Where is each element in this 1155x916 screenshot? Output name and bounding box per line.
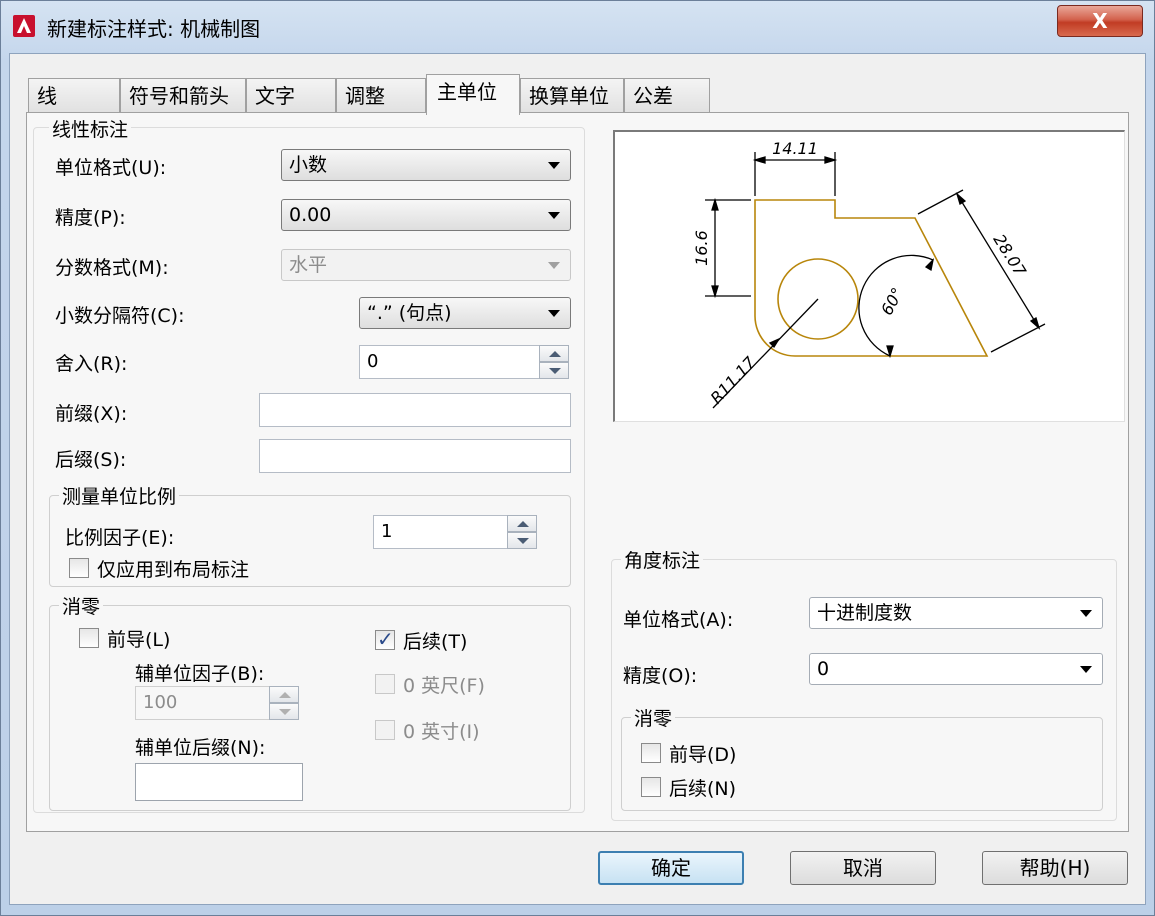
tab-fit[interactable]: 调整 [336, 78, 426, 114]
trailing-zero-label: 后续(T) [403, 631, 468, 653]
sub-unit-factor-spinner[interactable] [269, 686, 299, 720]
fraction-format-value: 水平 [289, 254, 328, 276]
autocad-logo-icon [13, 15, 35, 37]
dim-radius-text: R11.17 [707, 352, 760, 407]
decimal-separator-value: “.” (句点) [367, 302, 452, 324]
leading-zero-label: 前导(L) [107, 629, 171, 651]
spin-down-icon[interactable] [539, 362, 569, 379]
dim-top-text: 14.11 [772, 139, 818, 158]
unit-format-select[interactable]: 小数 [281, 149, 571, 181]
linear-zero-group-title: 消零 [59, 592, 104, 619]
decimal-separator-label: 小数分隔符(C): [55, 305, 185, 327]
fraction-format-select[interactable]: 水平 [281, 249, 571, 281]
angular-precision-select[interactable]: 0 [809, 653, 1103, 685]
dim-diag-text: 28.07 [989, 231, 1030, 281]
suffix-label: 后缀(S): [55, 449, 127, 471]
angular-leading-zero-checkbox[interactable] [641, 743, 661, 763]
spin-up-icon[interactable] [269, 686, 299, 703]
dim-angle-text: 60° [877, 284, 907, 318]
chevron-down-icon [1080, 666, 1092, 673]
help-button[interactable]: 帮助(H) [982, 851, 1128, 885]
zero-inches-label: 0 英寸(I) [403, 721, 480, 743]
chevron-down-icon [548, 262, 560, 269]
prefix-label: 前缀(X): [55, 403, 128, 425]
precision-value: 0.00 [289, 204, 332, 226]
chevron-down-icon [548, 212, 560, 219]
spin-down-icon[interactable] [269, 703, 299, 720]
scale-factor-input[interactable]: 1 [373, 515, 509, 549]
decimal-separator-select[interactable]: “.” (句点) [359, 297, 571, 329]
chevron-down-icon [548, 162, 560, 169]
scale-factor-spinner[interactable] [507, 515, 537, 549]
spin-up-icon[interactable] [507, 515, 537, 532]
sub-unit-factor-input[interactable]: 100 [135, 686, 271, 720]
leading-zero-checkbox[interactable] [79, 628, 99, 648]
tab-symbols-arrows[interactable]: 符号和箭头 [120, 78, 246, 114]
angular-leading-zero-label: 前导(D) [669, 744, 737, 766]
layout-only-label: 仅应用到布局标注 [97, 559, 250, 581]
close-icon: X [1092, 9, 1108, 33]
scale-group-title: 测量单位比例 [59, 482, 180, 509]
layout-only-checkbox[interactable] [69, 558, 89, 578]
prefix-input[interactable] [259, 393, 571, 427]
precision-label: 精度(P): [55, 207, 126, 229]
part-outline [754, 199, 989, 357]
ok-button[interactable]: 确定 [598, 851, 744, 885]
round-input[interactable]: 0 [359, 345, 541, 379]
dim-left-text: 16.6 [692, 230, 711, 266]
fraction-format-label: 分数格式(M): [55, 257, 169, 279]
preview-drawing: 14.11 16.6 28.07 60° R11.17 [692, 139, 1046, 409]
tab-primary-units[interactable]: 主单位 [426, 74, 520, 115]
sub-unit-factor-label: 辅单位因子(B): [135, 663, 265, 685]
unit-format-value: 小数 [289, 154, 328, 176]
angular-trailing-zero-label: 后续(N) [669, 778, 737, 800]
close-button[interactable]: X [1057, 5, 1143, 37]
angular-unit-format-value: 十进制度数 [817, 602, 913, 624]
unit-format-label: 单位格式(U): [55, 157, 167, 179]
primary-units-panel: 线性标注 单位格式(U): 小数 精度(P): 0.00 分数格式(M): 水平… [26, 112, 1129, 832]
suffix-input[interactable] [259, 439, 571, 473]
tab-alternate-units[interactable]: 换算单位 [520, 78, 624, 114]
scale-factor-label: 比例因子(E): [65, 527, 175, 549]
chevron-down-icon [548, 310, 560, 317]
cancel-button[interactable]: 取消 [790, 851, 936, 885]
dimension-preview: 14.11 16.6 28.07 60° R11.17 [613, 130, 1125, 422]
window-title: 新建标注样式: 机械制图 [47, 17, 261, 41]
zero-feet-label: 0 英尺(F) [403, 675, 485, 697]
checkmark-icon: ✓ [377, 627, 394, 651]
trailing-zero-checkbox[interactable]: ✓ [375, 627, 395, 651]
angular-unit-format-select[interactable]: 十进制度数 [809, 597, 1103, 629]
angular-trailing-zero-checkbox[interactable] [641, 777, 661, 797]
round-label: 舍入(R): [55, 353, 128, 375]
dialog-client-area: 线 符号和箭头 文字 调整 主单位 换算单位 公差 线性标注 单位格式(U): … [9, 53, 1146, 905]
round-spinner[interactable] [539, 345, 569, 379]
spin-down-icon[interactable] [507, 532, 537, 549]
chevron-down-icon [1080, 610, 1092, 617]
title-bar: 新建标注样式: 机械制图 X [1, 1, 1154, 53]
tab-lines[interactable]: 线 [28, 78, 120, 114]
zero-inches-checkbox[interactable] [375, 720, 395, 740]
tab-tolerances[interactable]: 公差 [624, 78, 710, 114]
sub-unit-suffix-label: 辅单位后缀(N): [135, 737, 266, 759]
tab-text[interactable]: 文字 [246, 78, 336, 114]
angular-zero-group-title: 消零 [631, 704, 676, 731]
precision-select[interactable]: 0.00 [281, 199, 571, 231]
sub-unit-suffix-input[interactable] [135, 763, 303, 801]
angular-unit-format-label: 单位格式(A): [623, 609, 734, 631]
linear-group-title: 线性标注 [49, 115, 132, 142]
spin-up-icon[interactable] [539, 345, 569, 362]
zero-feet-checkbox[interactable] [375, 674, 395, 694]
angular-precision-label: 精度(O): [623, 665, 698, 687]
angular-precision-value: 0 [817, 658, 830, 680]
angular-group-title: 角度标注 [621, 546, 704, 573]
dimension-style-dialog: 新建标注样式: 机械制图 X 线 符号和箭头 文字 调整 主单位 换算单位 公差… [0, 0, 1155, 916]
